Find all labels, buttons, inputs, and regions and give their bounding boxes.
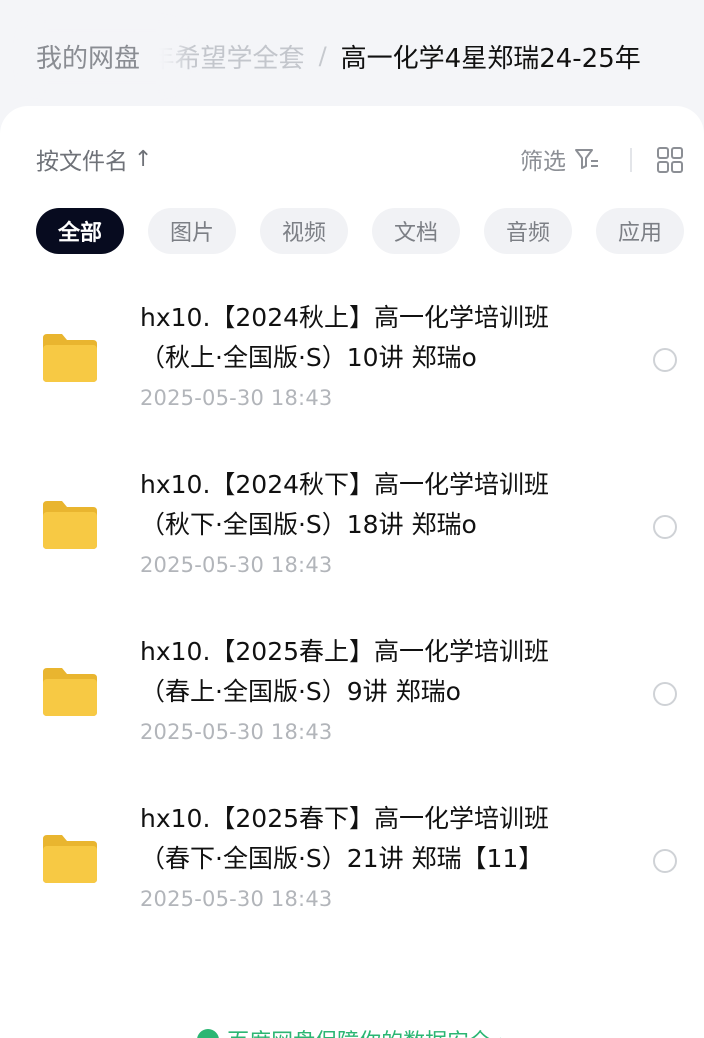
safety-notice-text: 百度网盘保障你的数据安全 › [227, 1024, 507, 1038]
list-item[interactable]: hx10.【2025春上】高一化学培训班 （春上·全国版·S）9讲 郑瑞o 20… [0, 610, 704, 777]
file-name: hx10.【2025春上】高一化学培训班 （春上·全国版·S）9讲 郑瑞o [140, 632, 610, 712]
folder-icon [43, 334, 97, 382]
sort-button[interactable]: 按文件名 ↑ [36, 142, 152, 176]
file-date: 2025-05-30 18:43 [140, 720, 333, 744]
toolbar-divider [630, 148, 632, 172]
filter-icon [575, 149, 598, 169]
tab-videos[interactable]: 视频 [260, 208, 348, 254]
file-date: 2025-05-30 18:43 [140, 887, 333, 911]
file-name-line2: （秋上·全国版·S）10讲 郑瑞o [140, 343, 477, 372]
file-name: hx10.【2024秋上】高一化学培训班 （秋上·全国版·S）10讲 郑瑞o [140, 298, 610, 378]
file-name-line2: （秋下·全国版·S）18讲 郑瑞o [140, 510, 477, 539]
filter-label: 筛选 [520, 149, 566, 175]
list-item[interactable]: hx10.【2024秋上】高一化学培训班 （秋上·全国版·S）10讲 郑瑞o 2… [0, 276, 704, 443]
tab-documents[interactable]: 文档 [372, 208, 460, 254]
file-name: hx10.【2024秋下】高一化学培训班 （秋下·全国版·S）18讲 郑瑞o [140, 465, 610, 545]
file-name-line2: （春下·全国版·S）21讲 郑瑞【11】 [140, 844, 544, 873]
breadcrumb-current: 高一化学4星郑瑞24-25年 [340, 43, 641, 74]
list-item[interactable]: hx10.【2024秋下】高一化学培训班 （秋下·全国版·S）18讲 郑瑞o 2… [0, 443, 704, 610]
sort-label: 按文件名 [36, 149, 128, 175]
sort-arrow-up-icon: ↑ [134, 146, 153, 172]
breadcrumb-separator: / [318, 42, 327, 70]
file-name-line1: hx10.【2024秋下】高一化学培训班 [140, 470, 550, 499]
tab-all[interactable]: 全部 [36, 208, 124, 254]
list-item[interactable]: hx10.【2025春下】高一化学培训班 （春下·全国版·S）21讲 郑瑞【11… [0, 777, 704, 944]
tab-images[interactable]: 图片 [148, 208, 236, 254]
file-name-line2: （春上·全国版·S）9讲 郑瑞o [140, 677, 461, 706]
file-date: 2025-05-30 18:43 [140, 386, 333, 410]
select-radio[interactable] [653, 348, 677, 372]
grid-view-icon[interactable] [656, 146, 684, 174]
category-tabs: 全部 图片 视频 文档 音频 应用 [36, 208, 684, 254]
breadcrumb-root[interactable]: 我的网盘 [18, 31, 159, 81]
file-name: hx10.【2025春下】高一化学培训班 （春下·全国版·S）21讲 郑瑞【11… [140, 799, 610, 879]
select-radio[interactable] [653, 682, 677, 706]
file-name-line1: hx10.【2025春下】高一化学培训班 [140, 804, 550, 833]
select-radio[interactable] [653, 849, 677, 873]
breadcrumb: 我的网盘 5年希望学全套 / 高一化学4星郑瑞24-25年 [0, 0, 704, 112]
file-browser-page: 我的网盘 5年希望学全套 / 高一化学4星郑瑞24-25年 按文件名 ↑ 筛选 [0, 0, 704, 1038]
folder-icon [43, 835, 97, 883]
tab-apps[interactable]: 应用 [596, 208, 684, 254]
safety-notice[interactable]: 百度网盘保障你的数据安全 › [0, 1020, 704, 1038]
file-date: 2025-05-30 18:43 [140, 553, 333, 577]
file-list-card: 按文件名 ↑ 筛选 全部 图片 视频 文档 音频 应用 hx10.【2024秋上… [0, 106, 704, 1038]
file-list: hx10.【2024秋上】高一化学培训班 （秋上·全国版·S）10讲 郑瑞o 2… [0, 276, 704, 944]
shield-icon [197, 1029, 220, 1038]
folder-icon [43, 501, 97, 549]
filter-button[interactable]: 筛选 [520, 142, 600, 176]
file-name-line1: hx10.【2025春上】高一化学培训班 [140, 637, 550, 666]
folder-icon [43, 668, 97, 716]
tab-audio[interactable]: 音频 [484, 208, 572, 254]
file-name-line1: hx10.【2024秋上】高一化学培训班 [140, 303, 550, 332]
sort-filter-bar: 按文件名 ↑ 筛选 [0, 142, 704, 178]
select-radio[interactable] [653, 515, 677, 539]
